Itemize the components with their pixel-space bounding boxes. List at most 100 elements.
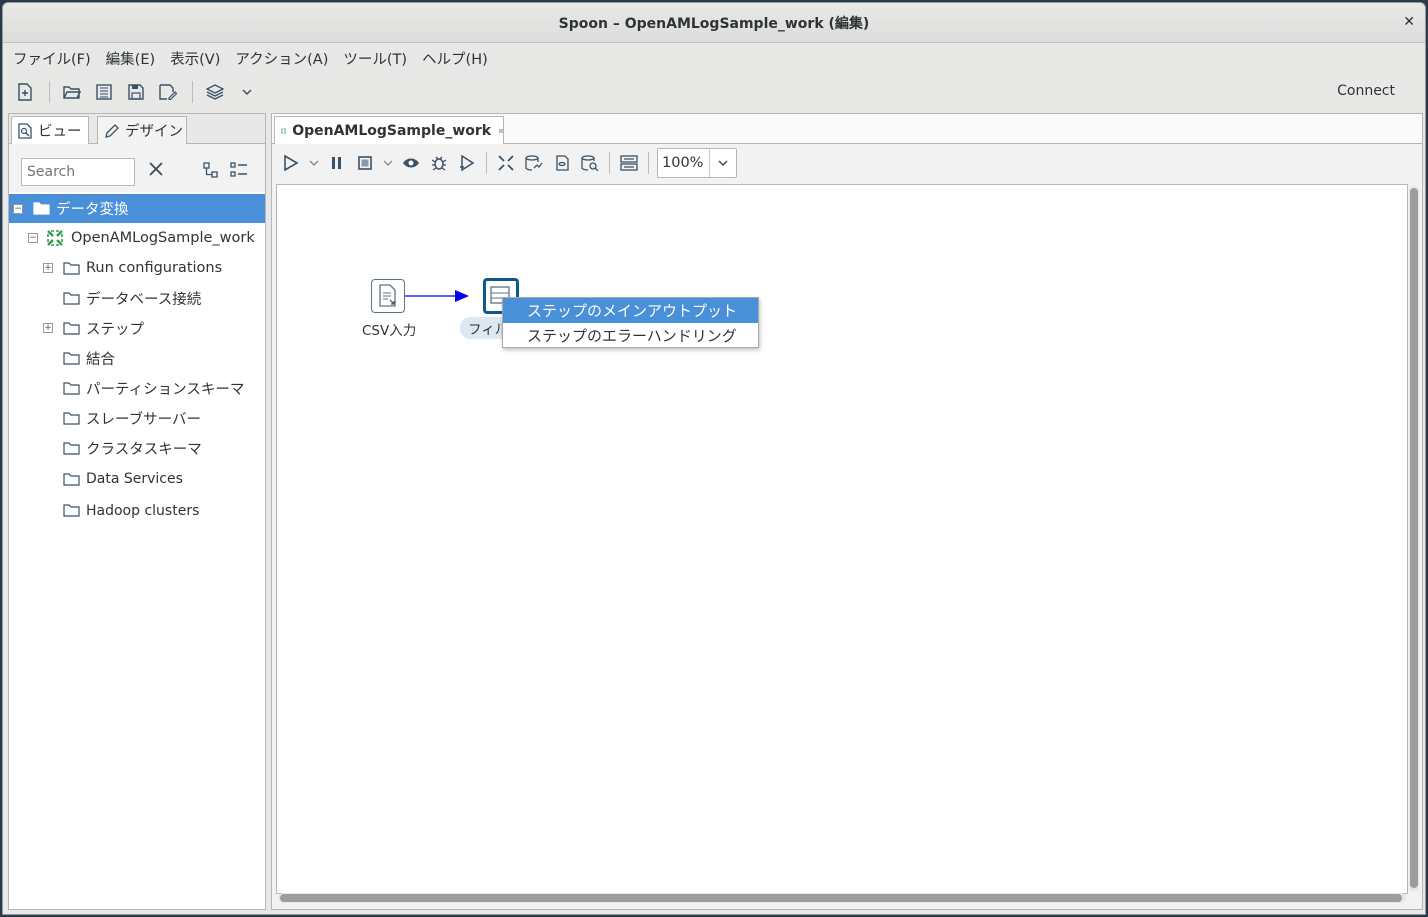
new-file-icon[interactable] bbox=[13, 80, 37, 104]
expand-icon[interactable]: + bbox=[43, 263, 53, 273]
tree-item-label: Data Services bbox=[86, 471, 183, 487]
tree-item-run-configurations[interactable]: + Run configurations bbox=[9, 253, 265, 283]
main-toolbar bbox=[3, 75, 1425, 109]
debug-icon[interactable] bbox=[428, 152, 450, 174]
connect-button[interactable]: Connect bbox=[1337, 83, 1395, 99]
vertical-scrollbar[interactable] bbox=[1409, 186, 1419, 892]
tab-transformation[interactable]: OpenAMLogSample_work bbox=[274, 116, 504, 144]
zoom-select[interactable]: 100% bbox=[657, 148, 737, 178]
menu-help[interactable]: ヘルプ(H) bbox=[422, 48, 488, 69]
tab-design[interactable]: デザイン bbox=[97, 116, 187, 144]
folder-icon bbox=[63, 321, 80, 335]
folder-icon bbox=[63, 381, 80, 395]
menu-view[interactable]: 表示(V) bbox=[170, 48, 220, 69]
menu-item-error-handling[interactable]: ステップのエラーハンドリング bbox=[503, 323, 758, 348]
save-as-icon[interactable] bbox=[156, 80, 180, 104]
scroll-thumb[interactable] bbox=[280, 894, 1402, 902]
repository-tree: − データ変換 − OpenAMLogSample_work + Run con… bbox=[9, 194, 265, 526]
folder-icon bbox=[33, 202, 50, 215]
replay-icon[interactable] bbox=[456, 152, 478, 174]
toolbar-separator bbox=[486, 152, 487, 174]
verify-icon[interactable] bbox=[495, 152, 517, 174]
open-folder-icon[interactable] bbox=[60, 80, 84, 104]
tab-transformation-label: OpenAMLogSample_work bbox=[292, 122, 492, 139]
tree-item-cluster-schemas[interactable]: クラスタスキーマ bbox=[9, 433, 265, 463]
left-panel: ビュー デザイン − データ変換 − OpenAMLogSample_work bbox=[8, 113, 266, 910]
tree-item-hops[interactable]: 結合 bbox=[9, 343, 265, 373]
tree-item-partition-schemas[interactable]: パーティションスキーマ bbox=[9, 373, 265, 403]
tree-item-data-services[interactable]: Data Services bbox=[9, 463, 265, 495]
left-tabs: ビュー デザイン bbox=[9, 114, 265, 144]
tree-item-label: Run configurations bbox=[86, 260, 223, 276]
editor-panel: OpenAMLogSample_work 100% CSV入力 フィル bbox=[271, 113, 1423, 910]
save-icon[interactable] bbox=[124, 80, 148, 104]
close-tab-icon[interactable] bbox=[499, 125, 503, 137]
toolbar-separator bbox=[192, 81, 193, 103]
chevron-down-icon[interactable] bbox=[710, 160, 736, 166]
pause-icon[interactable] bbox=[326, 152, 348, 174]
collapse-icon[interactable]: − bbox=[28, 233, 38, 243]
explore-repository-icon[interactable] bbox=[92, 80, 116, 104]
zoom-value: 100% bbox=[658, 149, 710, 177]
tree-item-label: OpenAMLogSample_work bbox=[71, 230, 255, 246]
tree-item-label: クラスタスキーマ bbox=[86, 441, 202, 458]
chevron-down-icon[interactable] bbox=[382, 152, 394, 174]
tab-view[interactable]: ビュー bbox=[11, 116, 89, 144]
toolbar-separator bbox=[609, 152, 610, 174]
close-window-button[interactable]: ✕ bbox=[1403, 14, 1415, 30]
tree-item-data-transformation[interactable]: − データ変換 bbox=[9, 194, 265, 223]
menu-tools[interactable]: ツール(T) bbox=[343, 48, 407, 69]
collapse-icon[interactable]: − bbox=[13, 203, 23, 214]
toolbar-separator bbox=[648, 152, 649, 174]
expand-tree-icon[interactable] bbox=[229, 160, 249, 180]
tree-item-label: データ変換 bbox=[56, 202, 129, 218]
folder-icon bbox=[63, 291, 80, 305]
hop-arrow bbox=[405, 290, 469, 302]
show-results-icon[interactable] bbox=[618, 152, 640, 174]
step-label-csv-input: CSV入力 bbox=[362, 323, 417, 339]
tree-item-label: パーティションスキーマ bbox=[86, 381, 245, 398]
toolbar-separator bbox=[49, 81, 50, 103]
horizontal-scrollbar[interactable] bbox=[278, 893, 1406, 903]
explore-db-icon[interactable] bbox=[579, 152, 601, 174]
chevron-down-icon[interactable] bbox=[308, 152, 320, 174]
tree-item-label: ステップ bbox=[86, 321, 144, 338]
transformation-canvas[interactable]: CSV入力 フィル bbox=[276, 184, 1408, 894]
tree-item-slave-servers[interactable]: スレーブサーバー bbox=[9, 403, 265, 433]
folder-icon bbox=[63, 504, 80, 517]
tree-item-transformation[interactable]: − OpenAMLogSample_work bbox=[9, 223, 265, 253]
sql-icon[interactable] bbox=[551, 152, 573, 174]
step-csv-input[interactable] bbox=[371, 279, 405, 313]
stop-icon[interactable] bbox=[354, 152, 376, 174]
folder-icon bbox=[63, 261, 80, 275]
menu-file[interactable]: ファイル(F) bbox=[13, 48, 91, 69]
preview-icon[interactable] bbox=[400, 152, 422, 174]
menu-item-main-output[interactable]: ステップのメインアウトプット bbox=[503, 298, 758, 323]
tree-item-steps[interactable]: + ステップ bbox=[9, 313, 265, 343]
folder-icon bbox=[63, 411, 80, 425]
spoon-window: Spoon – OpenAMLogSample_work (編集) ✕ ファイル… bbox=[2, 2, 1426, 915]
run-icon[interactable] bbox=[280, 152, 302, 174]
tree-item-label: Hadoop clusters bbox=[86, 502, 200, 519]
folder-icon bbox=[63, 441, 80, 455]
menu-edit[interactable]: 編集(E) bbox=[106, 48, 155, 69]
hop-context-menu: ステップのメインアウトプット ステップのエラーハンドリング bbox=[502, 297, 759, 348]
search-input[interactable] bbox=[21, 158, 135, 186]
tree-item-database-connections[interactable]: データベース接続 bbox=[9, 283, 265, 313]
editor-tabs: OpenAMLogSample_work bbox=[272, 114, 1422, 144]
impact-analysis-icon[interactable] bbox=[523, 152, 545, 174]
chevron-down-icon[interactable] bbox=[235, 80, 259, 104]
window-title: Spoon – OpenAMLogSample_work (編集) bbox=[558, 15, 870, 32]
csv-file-icon bbox=[379, 284, 396, 307]
tree-item-hadoop-clusters[interactable]: Hadoop clusters bbox=[9, 495, 265, 526]
tree-item-label: スレーブサーバー bbox=[86, 411, 201, 428]
pencil-icon bbox=[105, 123, 119, 138]
collapse-tree-icon[interactable] bbox=[201, 160, 221, 180]
transformation-icon bbox=[47, 230, 63, 246]
menu-action[interactable]: アクション(A) bbox=[235, 48, 328, 69]
clear-search-icon[interactable] bbox=[145, 158, 167, 180]
scroll-thumb[interactable] bbox=[1410, 188, 1418, 888]
tree-item-label: データベース接続 bbox=[86, 291, 202, 308]
expand-icon[interactable]: + bbox=[43, 323, 53, 333]
layers-icon[interactable] bbox=[203, 80, 227, 104]
